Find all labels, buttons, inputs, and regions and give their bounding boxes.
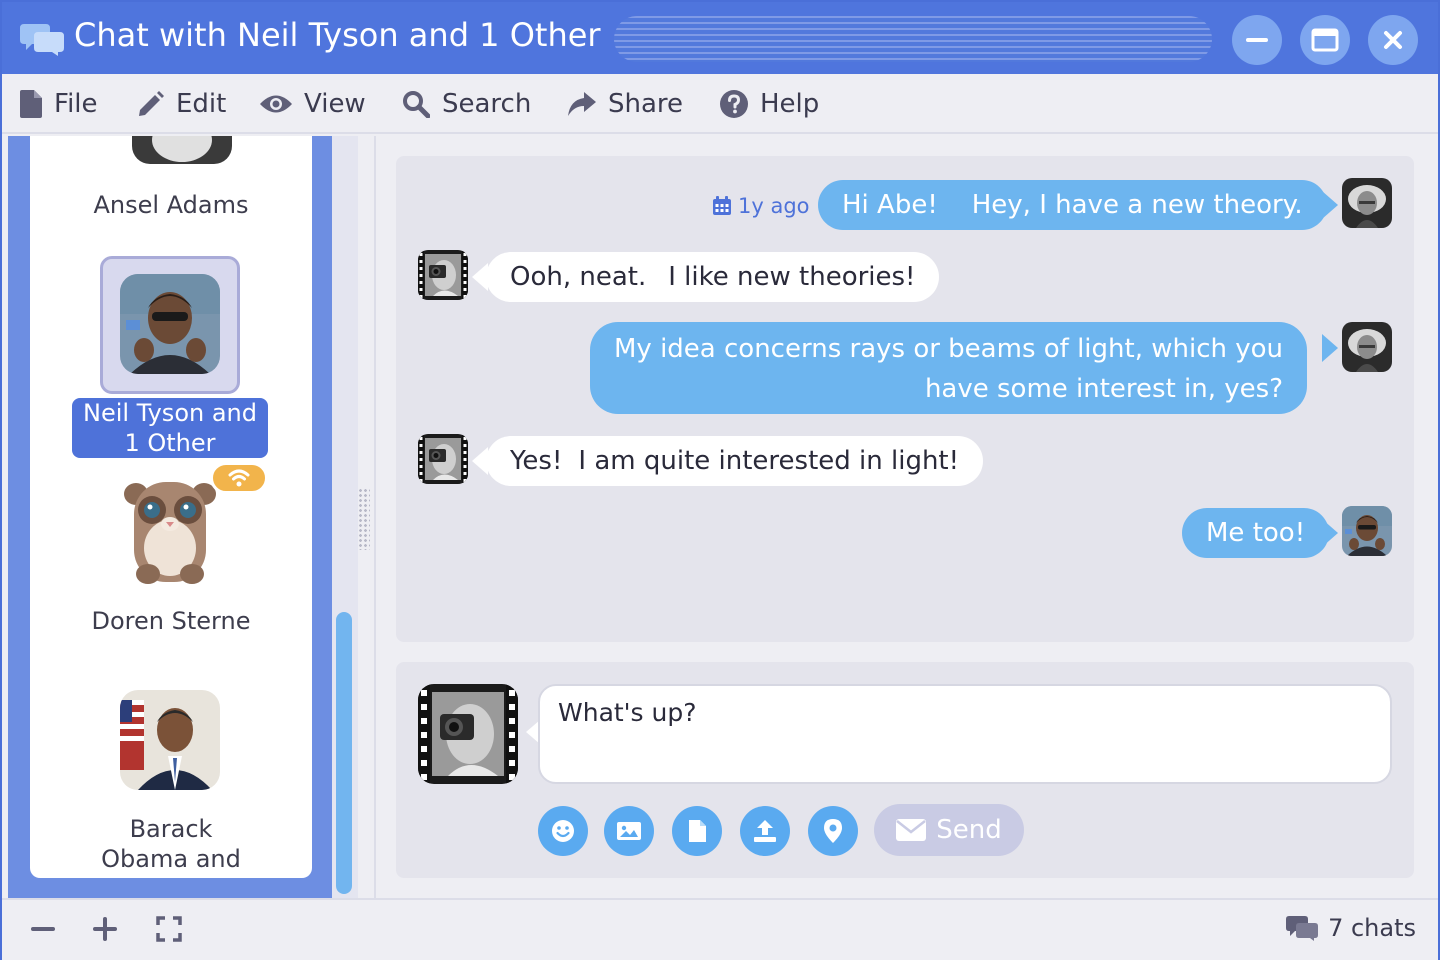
app-window: Chat with Neil Tyson and 1 Other File Ed… <box>0 0 1440 960</box>
barack-obama-avatar <box>120 690 220 790</box>
wifi-icon <box>228 469 250 487</box>
menu-edit-label: Edit <box>176 89 227 119</box>
ansel-adams-avatar <box>132 136 232 164</box>
upload-button[interactable] <box>740 806 790 856</box>
minimize-icon <box>1246 38 1268 42</box>
contact-list[interactable]: Ansel Adams Neil Tyson and 1 Other Doren… <box>30 136 312 878</box>
message-text: I am quite interested in light! <box>578 446 960 476</box>
photographer-avatar[interactable] <box>418 434 468 484</box>
splitter-grip[interactable] <box>358 488 370 550</box>
message-text: Ooh, neat. <box>510 262 647 292</box>
menu-view-label: View <box>304 89 366 119</box>
chats-icon <box>1286 916 1319 941</box>
sidebar-scrollbar-thumb[interactable] <box>336 612 352 894</box>
wifi-badge <box>210 462 268 494</box>
neil-tyson-avatar[interactable] <box>1342 506 1392 556</box>
menu-file-label: File <box>54 89 98 119</box>
status-bar <box>2 898 1438 960</box>
menu-edit[interactable]: Edit <box>138 88 226 120</box>
close-button[interactable] <box>1368 15 1418 65</box>
contact-name: Barack Obama and 1 Other <box>101 815 241 878</box>
message-text: My idea concerns rays or beams of light,… <box>614 334 1284 364</box>
message-text: Hi Abe! <box>842 190 938 220</box>
message-input[interactable] <box>538 684 1392 784</box>
contact-name: Ansel Adams <box>93 191 249 219</box>
menu-file[interactable]: File <box>20 88 98 120</box>
location-button[interactable] <box>808 806 858 856</box>
help-icon <box>720 90 748 118</box>
current-user-avatar[interactable] <box>418 684 518 784</box>
title-drag-grip[interactable] <box>614 16 1212 62</box>
message-text: Yes! <box>510 446 563 476</box>
window-title: Chat with Neil Tyson and 1 Other <box>74 16 601 54</box>
pencil-icon <box>139 91 164 116</box>
message-timestamp: 1y ago <box>712 194 810 218</box>
share-icon <box>568 92 596 116</box>
menu-share[interactable]: Share <box>568 88 683 120</box>
menu-bar: File Edit View Search Share Help <box>2 74 1438 134</box>
title-bar[interactable]: Chat with Neil Tyson and 1 Other <box>2 2 1438 74</box>
plus-icon <box>93 917 117 941</box>
chat-bubbles-icon <box>20 22 64 56</box>
fullscreen-icon <box>156 916 182 942</box>
message-bubble-incoming[interactable]: Yes! I am quite interested in light! <box>486 436 984 486</box>
file-icon <box>20 90 42 118</box>
minimize-button[interactable] <box>1232 15 1282 65</box>
maximize-icon <box>1311 28 1339 52</box>
message-bubble-outgoing[interactable]: My idea concerns rays or beams of light,… <box>590 322 1308 414</box>
image-icon <box>617 822 641 840</box>
loris-avatar <box>120 474 220 584</box>
neil-tyson-avatar <box>120 274 220 374</box>
contact-name-selected: Neil Tyson and 1 Other <box>72 398 268 458</box>
image-button[interactable] <box>604 806 654 856</box>
menu-help[interactable]: Help <box>720 88 819 120</box>
emoji-button[interactable] <box>538 806 588 856</box>
send-button[interactable]: Send <box>874 804 1024 856</box>
message-bubble-outgoing[interactable]: Me too! <box>1182 508 1330 558</box>
close-icon <box>1384 31 1402 49</box>
contact-name: Doren Sterne <box>91 607 251 635</box>
fullscreen-button[interactable] <box>156 916 182 942</box>
menu-search-label: Search <box>442 89 532 119</box>
message-bubble-incoming[interactable]: Ooh, neat. I like new theories! <box>486 252 940 302</box>
message-text: Hey, I have a new theory. <box>971 190 1303 220</box>
emoji-icon <box>552 820 574 842</box>
einstein-avatar[interactable] <box>1342 178 1392 228</box>
menu-share-label: Share <box>608 89 684 119</box>
search-icon <box>403 91 430 118</box>
send-label: Send <box>936 815 1002 845</box>
menu-search[interactable]: Search <box>402 88 531 120</box>
eye-icon <box>260 95 292 113</box>
message-text: Me too! <box>1206 518 1306 548</box>
zoom-out-button[interactable] <box>30 916 56 942</box>
chat-count: 7 chats <box>1286 914 1416 942</box>
menu-help-label: Help <box>760 89 820 119</box>
minus-icon <box>31 927 55 931</box>
envelope-icon <box>896 819 927 841</box>
message-text: have some interest in, yes? <box>924 374 1284 404</box>
document-icon <box>689 820 706 842</box>
menu-view[interactable]: View <box>260 88 366 120</box>
upload-icon <box>754 820 776 842</box>
message-text: I like new theories! <box>668 262 916 292</box>
photographer-avatar[interactable] <box>418 250 468 300</box>
einstein-avatar[interactable] <box>1342 322 1392 372</box>
chat-count-label: 7 chats <box>1328 914 1416 942</box>
calendar-icon <box>713 196 731 215</box>
location-icon <box>824 819 842 843</box>
document-button[interactable] <box>672 806 722 856</box>
timestamp-label: 1y ago <box>738 194 810 218</box>
message-bubble-outgoing[interactable]: Hi Abe! Hey, I have a new theory. <box>818 180 1327 230</box>
zoom-in-button[interactable] <box>92 916 118 942</box>
maximize-button[interactable] <box>1300 15 1350 65</box>
